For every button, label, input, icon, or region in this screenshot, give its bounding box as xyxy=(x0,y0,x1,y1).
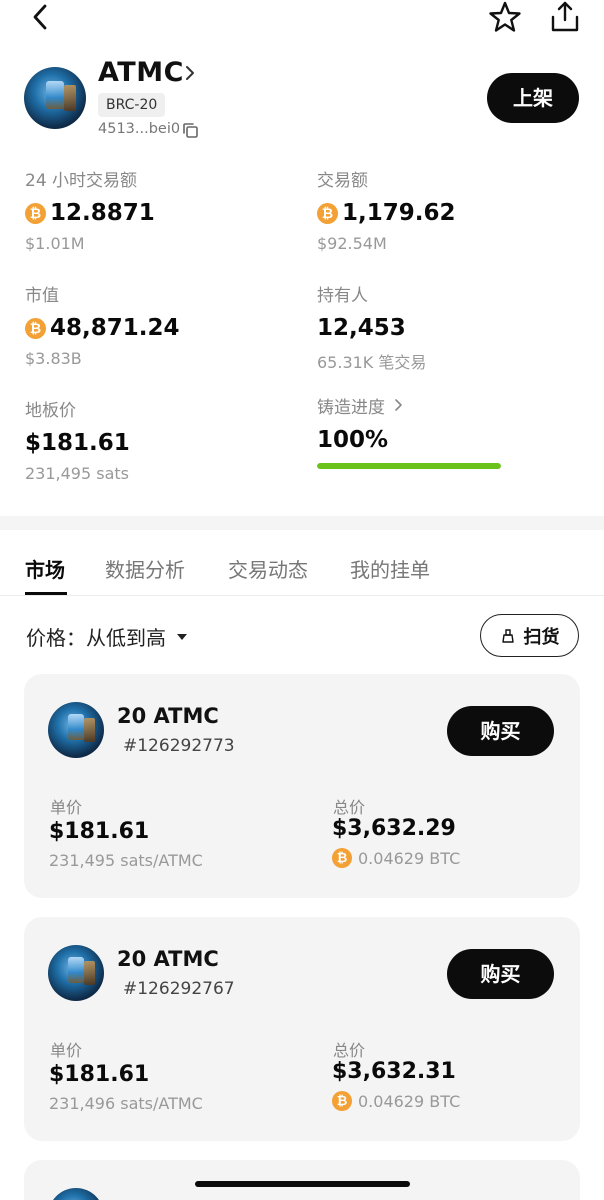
caret-down-icon xyxy=(177,633,187,640)
copy-icon[interactable] xyxy=(182,122,199,139)
bitcoin-icon: ₿ xyxy=(332,848,352,868)
stat-label: 市值 xyxy=(25,285,59,306)
token-avatar xyxy=(24,67,86,129)
mint-progress-bar xyxy=(317,463,501,469)
listing-inscription-id: #126292767 xyxy=(123,979,235,999)
stat-label: 铸造进度 xyxy=(317,397,385,418)
list-button[interactable]: 上架 xyxy=(487,73,579,123)
unit-price-label: 单价 xyxy=(50,1041,83,1060)
unit-price-sats: 231,495 sats/ATMC xyxy=(49,851,203,870)
bitcoin-icon: ₿ xyxy=(332,1091,352,1111)
back-arrow-icon[interactable] xyxy=(26,2,56,32)
stat-volume: 交易额 ₿ 1,179.62 $92.54M xyxy=(317,166,456,256)
home-indicator xyxy=(195,1181,410,1187)
unit-price-label: 单价 xyxy=(50,798,83,817)
listing-avatar xyxy=(48,1188,104,1200)
total-price-label: 总价 xyxy=(333,798,366,817)
chevron-right-icon xyxy=(395,399,402,411)
total-price-btc-text: 0.04629 BTC xyxy=(358,1091,461,1111)
stat-sub: 65.31K 笔交易 xyxy=(317,353,427,372)
unit-price-value: $181.61 xyxy=(49,819,150,844)
stat-value: $181.61 xyxy=(25,430,130,456)
stat-sub: $3.83B xyxy=(25,349,82,368)
stat-sub: 231,495 sats xyxy=(25,464,129,483)
top-bar xyxy=(0,0,604,40)
stat-market-cap: 市值 ₿ 48,871.24 $3.83B xyxy=(25,281,180,371)
total-price-btc: ₿ 0.04629 BTC xyxy=(332,848,460,868)
total-price-btc-text: 0.04629 BTC xyxy=(358,848,461,868)
stat-holders: 持有人 12,453 65.31K 笔交易 xyxy=(317,281,427,373)
chevron-right-icon[interactable] xyxy=(183,64,197,82)
total-price-btc: ₿ 0.04629 BTC xyxy=(332,1091,460,1111)
listing-card: 20 ATMC #126292773 购买 单价 $181.61 231,495… xyxy=(24,674,580,898)
unit-price-sats-text: 231,495 sats/ATMC xyxy=(49,851,203,870)
broom-icon xyxy=(501,628,514,643)
bitcoin-icon: ₿ xyxy=(25,317,46,339)
total-price-value: $3,632.31 xyxy=(332,1059,456,1084)
token-name[interactable]: ATMC xyxy=(98,57,184,88)
active-tab-indicator xyxy=(25,592,67,595)
unit-price-sats: 231,496 sats/ATMC xyxy=(49,1094,203,1113)
stat-sub: $1.01M xyxy=(25,234,85,253)
total-price-label: 总价 xyxy=(333,1041,366,1060)
listing-card-partial xyxy=(24,1160,580,1200)
token-standard-badge: BRC-20 xyxy=(98,93,166,117)
listing-quantity: 20 ATMC xyxy=(117,947,219,971)
listing-inscription-id: #126292773 xyxy=(123,736,235,756)
listing-quantity: 20 ATMC xyxy=(117,704,219,728)
stat-value: 100% xyxy=(317,427,389,453)
unit-price-value: $181.61 xyxy=(49,1062,150,1087)
listing-card: 20 ATMC #126292767 购买 单价 $181.61 231,496… xyxy=(24,917,580,1141)
stat-label: 24 小时交易额 xyxy=(25,170,138,191)
stat-value: 12,453 xyxy=(317,315,406,341)
listing-avatar xyxy=(48,945,104,1001)
stat-label: 交易额 xyxy=(317,170,368,191)
stat-label: 持有人 xyxy=(317,285,368,306)
unit-price-sats-text: 231,496 sats/ATMC xyxy=(49,1094,203,1113)
mint-progress-fill xyxy=(317,463,501,469)
token-header: ATMC BRC-20 4513...bei0 上架 xyxy=(0,55,604,145)
sort-label: 价格：从低到高 xyxy=(26,626,166,650)
stat-sub: $92.54M xyxy=(317,234,387,253)
sweep-button[interactable]: 扫货 xyxy=(480,614,579,657)
stat-floor-price: 地板价 $181.61 231,495 sats xyxy=(25,396,130,486)
share-icon[interactable] xyxy=(548,0,582,34)
bitcoin-icon: ₿ xyxy=(317,202,338,224)
buy-button[interactable]: 购买 xyxy=(447,706,554,756)
tab-market[interactable]: 市场 xyxy=(25,554,65,583)
tab-bar: 市场 数据分析 交易动态 我的挂单 xyxy=(0,548,604,596)
tab-data-analysis[interactable]: 数据分析 xyxy=(105,554,185,583)
buy-button[interactable]: 购买 xyxy=(447,949,554,999)
bitcoin-icon: ₿ xyxy=(25,202,46,224)
stat-label: 地板价 xyxy=(25,400,76,421)
tab-activity[interactable]: 交易动态 xyxy=(228,554,308,583)
section-divider xyxy=(0,516,604,530)
sort-dropdown[interactable]: 价格：从低到高 xyxy=(26,622,188,651)
tab-my-listings[interactable]: 我的挂单 xyxy=(350,554,430,583)
sweep-label: 扫货 xyxy=(523,626,560,648)
stat-mint-progress[interactable]: 铸造进度 100% xyxy=(317,393,403,455)
stat-value: 12.8871 xyxy=(50,200,155,226)
stat-volume-24h: 24 小时交易额 ₿ 12.8871 $1.01M xyxy=(25,166,155,256)
stat-value: 1,179.62 xyxy=(342,200,456,226)
total-price-value: $3,632.29 xyxy=(332,816,456,841)
favorite-star-icon[interactable] xyxy=(488,0,522,34)
token-address: 4513...bei0 xyxy=(98,121,181,137)
stat-value: 48,871.24 xyxy=(50,315,180,341)
listing-avatar xyxy=(48,702,104,758)
